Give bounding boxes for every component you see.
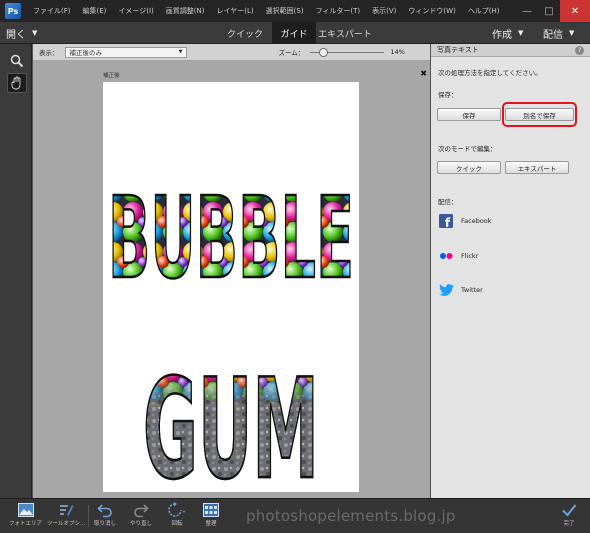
chevron-down-icon: ▼ — [178, 49, 183, 55]
menu-select[interactable]: 選択範囲(S) — [260, 6, 310, 16]
photo-bin-label: フォトエリア — [9, 521, 43, 527]
menu-image[interactable]: イメージ(I) — [112, 6, 159, 16]
undo-icon — [97, 501, 113, 519]
panel-instruction: 次の処理方法を指定してください。 — [438, 69, 542, 77]
tool-options-icon — [58, 501, 74, 519]
minimize-button[interactable]: — — [516, 0, 538, 22]
chevron-down-icon: ▼ — [518, 29, 524, 37]
close-window-button[interactable]: ✕ — [560, 0, 590, 22]
photo-text-image: BUBBLE GUM GUM — [107, 173, 356, 492]
view-label: 表示： — [39, 49, 59, 57]
done-label: 完了 — [563, 521, 575, 527]
gum-text-metal-overlay: GUM — [143, 349, 319, 492]
save-button[interactable]: 保存 — [437, 108, 501, 121]
svg-text:f: f — [445, 216, 451, 228]
watermark-text: photoshopelements.blog.jp — [246, 507, 456, 525]
tab-guided[interactable]: ガイド — [272, 22, 316, 44]
mode-bar: 開く ▼ クイック ガイド エキスパート 作成 ▼ 配信 ▼ — [0, 22, 590, 44]
panel-title: 写真テキスト — [437, 46, 479, 54]
photo-bin-icon — [17, 501, 34, 519]
zoom-tool[interactable] — [7, 51, 27, 71]
tab-quick[interactable]: クイック — [218, 22, 272, 44]
zoom-label: ズーム： — [278, 49, 305, 57]
rotate-button[interactable]: 回転 — [167, 501, 187, 527]
checkmark-icon — [561, 501, 577, 519]
bottom-bar: フォトエリア ツールオプシ... 取り消し やり直し 回転 整理 photosh… — [0, 498, 590, 533]
share-heading: 配信： — [438, 198, 458, 206]
menu-window[interactable]: ウィンドウ(W) — [402, 6, 461, 16]
maximize-button[interactable]: □ — [538, 0, 560, 22]
close-document-icon[interactable]: ✖ — [420, 69, 427, 78]
toolbox — [0, 44, 32, 498]
chevron-down-icon: ▼ — [569, 29, 575, 37]
canvas-area[interactable]: 補正後 ✖ BUBBLE GUM GUM — [33, 60, 430, 498]
twitter-icon — [438, 282, 454, 298]
zoom-value: 14% — [390, 48, 405, 56]
share-twitter-label: Twitter — [461, 286, 483, 294]
photo-bin-button[interactable]: フォトエリア — [9, 501, 42, 527]
menu-filter[interactable]: フィルター(T) — [310, 6, 367, 16]
hand-tool[interactable] — [7, 73, 27, 93]
app-logo-icon: Ps — [5, 3, 21, 19]
expert-mode-button[interactable]: エキスパート — [505, 161, 569, 174]
menu-file[interactable]: ファイル(F) — [27, 6, 77, 16]
divider — [88, 505, 89, 527]
view-select[interactable]: 補正後のみ ▼ — [64, 46, 187, 58]
zoom-slider-knob[interactable] — [319, 47, 329, 57]
menu-bar: ファイル(F) 編集(E) イメージ(I) 画質調整(N) レイヤー(L) 選択… — [27, 6, 506, 16]
flickr-icon — [438, 248, 454, 264]
organizer-icon — [203, 501, 219, 519]
document-label: 補正後 — [103, 73, 120, 79]
facebook-icon: f — [438, 213, 454, 229]
share-menu[interactable]: 配信 ▼ — [543, 25, 574, 41]
guided-panel: 写真テキスト ? 次の処理方法を指定してください。 保存： 保存 別名で保存 次… — [431, 44, 590, 498]
tab-expert[interactable]: エキスパート — [316, 22, 374, 44]
redo-label: やり直し — [130, 521, 153, 527]
share-facebook-label: Facebook — [461, 217, 492, 225]
organizer-label: 整理 — [205, 521, 217, 527]
undo-label: 取り消し — [94, 521, 117, 527]
share-facebook[interactable]: f Facebook — [438, 213, 492, 229]
organizer-button[interactable]: 整理 — [203, 501, 219, 527]
create-label: 作成 — [492, 29, 512, 41]
redo-button[interactable]: やり直し — [130, 501, 152, 527]
share-flickr[interactable]: Flickr — [438, 248, 478, 264]
share-twitter[interactable]: Twitter — [438, 282, 483, 298]
highlight-ring — [502, 102, 577, 127]
title-bar: Ps ファイル(F) 編集(E) イメージ(I) 画質調整(N) レイヤー(L)… — [0, 0, 590, 22]
menu-edit[interactable]: 編集(E) — [77, 6, 113, 16]
magnifier-icon — [10, 54, 24, 68]
share-label: 配信 — [543, 29, 563, 41]
menu-help[interactable]: ヘルプ(H) — [462, 6, 506, 16]
bubble-text: BUBBLE — [108, 174, 354, 304]
panel-header: 写真テキスト ? — [431, 44, 590, 57]
menu-enhance[interactable]: 画質調整(N) — [160, 6, 211, 16]
view-select-value: 補正後のみ — [69, 49, 103, 57]
help-icon[interactable]: ? — [575, 45, 584, 55]
create-menu[interactable]: 作成 ▼ — [492, 25, 523, 41]
open-label: 開く — [6, 29, 26, 41]
tool-options-label: ツールオプシ... — [47, 521, 86, 527]
save-heading: 保存： — [438, 91, 458, 99]
chevron-down-icon: ▼ — [32, 29, 38, 37]
menu-layer[interactable]: レイヤー(L) — [210, 6, 259, 16]
share-flickr-label: Flickr — [461, 252, 479, 260]
menu-view[interactable]: 表示(V) — [366, 6, 402, 16]
zoom-slider[interactable] — [310, 47, 385, 58]
hand-icon — [11, 76, 21, 90]
undo-button[interactable]: 取り消し — [94, 501, 116, 527]
view-options-bar: 表示： 補正後のみ ▼ ズーム： 14% — [33, 44, 430, 60]
rotate-label: 回転 — [171, 521, 183, 527]
redo-icon — [133, 501, 149, 519]
quick-mode-button[interactable]: クイック — [437, 161, 501, 174]
edit-mode-heading: 次のモードで編集： — [438, 145, 497, 153]
open-button[interactable]: 開く ▼ — [6, 25, 37, 41]
tool-options-button[interactable]: ツールオプシ... — [47, 501, 85, 527]
window-controls: — □ ✕ — [516, 0, 590, 22]
done-button[interactable]: 完了 — [561, 501, 577, 527]
document-canvas[interactable]: BUBBLE GUM GUM — [103, 82, 359, 492]
rotate-icon — [167, 501, 187, 519]
